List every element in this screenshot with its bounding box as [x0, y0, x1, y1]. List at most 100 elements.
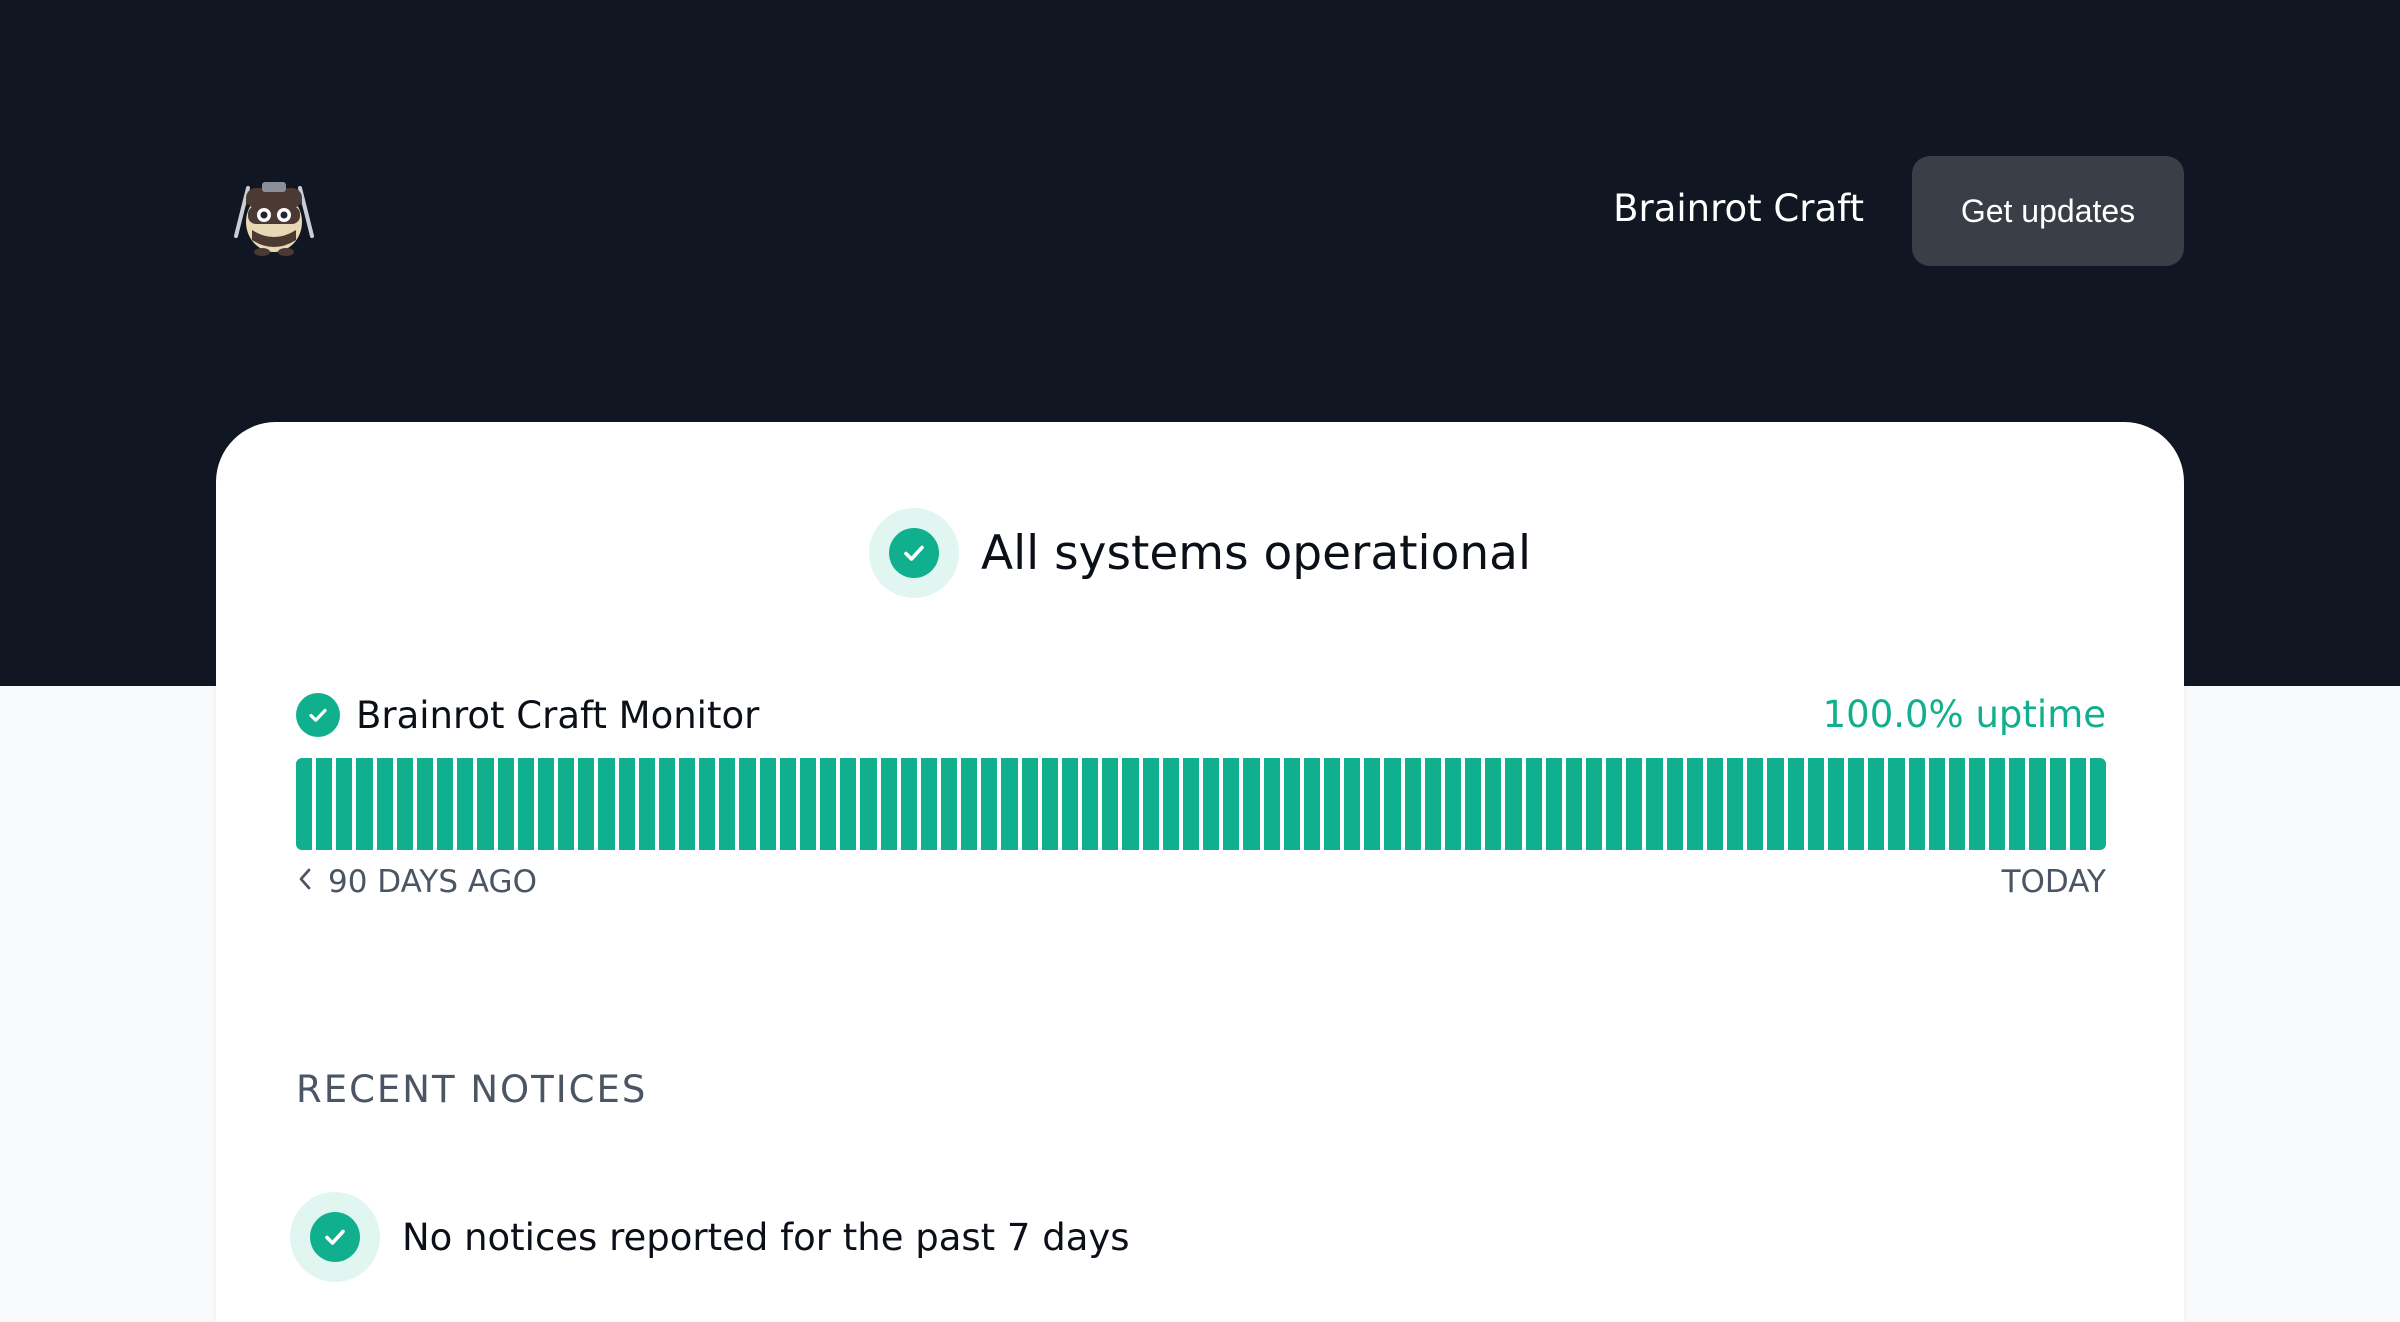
- uptime-day-bar[interactable]: [1686, 758, 1703, 850]
- uptime-day-bar[interactable]: [900, 758, 917, 850]
- uptime-day-bar[interactable]: [1505, 758, 1522, 850]
- uptime-day-bar[interactable]: [1848, 758, 1865, 850]
- brand-link[interactable]: Brainrot Craft: [1613, 186, 1864, 232]
- uptime-day-bar[interactable]: [1384, 758, 1401, 850]
- uptime-day-bar[interactable]: [981, 758, 998, 850]
- uptime-day-bar[interactable]: [316, 758, 333, 850]
- uptime-day-bar[interactable]: [1545, 758, 1562, 850]
- uptime-day-bar[interactable]: [517, 758, 534, 850]
- uptime-day-bar[interactable]: [356, 758, 373, 850]
- uptime-day-bar[interactable]: [759, 758, 776, 850]
- uptime-day-bar[interactable]: [2069, 758, 2086, 850]
- uptime-day-bar[interactable]: [2029, 758, 2046, 850]
- uptime-day-bar[interactable]: [1122, 758, 1139, 850]
- uptime-day-bar[interactable]: [598, 758, 615, 850]
- uptime-day-bar[interactable]: [578, 758, 595, 850]
- uptime-day-bar[interactable]: [2049, 758, 2066, 850]
- chevron-left-icon[interactable]: [296, 864, 314, 900]
- uptime-day-bar[interactable]: [1989, 758, 2006, 850]
- uptime-day-bar[interactable]: [1646, 758, 1663, 850]
- uptime-day-bar[interactable]: [880, 758, 897, 850]
- check-circle-icon: [290, 1192, 380, 1282]
- uptime-day-bar[interactable]: [1727, 758, 1744, 850]
- uptime-day-bar[interactable]: [961, 758, 978, 850]
- uptime-day-bar[interactable]: [558, 758, 575, 850]
- uptime-day-bar[interactable]: [376, 758, 393, 850]
- uptime-day-bar[interactable]: [678, 758, 696, 850]
- uptime-day-bar[interactable]: [1203, 758, 1220, 850]
- uptime-day-bar[interactable]: [1061, 758, 1079, 850]
- notice-text: No notices reported for the past 7 days: [402, 1215, 1130, 1259]
- uptime-day-bar[interactable]: [779, 758, 796, 850]
- uptime-day-bar[interactable]: [416, 758, 434, 850]
- uptime-day-bar[interactable]: [1968, 758, 1986, 850]
- uptime-day-bar[interactable]: [699, 758, 716, 850]
- uptime-day-bar[interactable]: [1586, 758, 1603, 850]
- uptime-day-bar[interactable]: [1525, 758, 1542, 850]
- uptime-day-bar[interactable]: [1465, 758, 1482, 850]
- uptime-day-bar[interactable]: [336, 758, 353, 850]
- uptime-day-bar[interactable]: [1243, 758, 1260, 850]
- uptime-day-bar[interactable]: [719, 758, 736, 850]
- uptime-day-bar[interactable]: [1142, 758, 1159, 850]
- uptime-day-bar[interactable]: [860, 758, 877, 850]
- uptime-day-bar[interactable]: [1767, 758, 1784, 850]
- uptime-day-bar[interactable]: [820, 758, 837, 850]
- uptime-bar-chart: [296, 758, 2107, 850]
- uptime-day-bar[interactable]: [1424, 758, 1441, 850]
- uptime-day-bar[interactable]: [1404, 758, 1421, 850]
- brand-logo[interactable]: [226, 166, 322, 258]
- uptime-day-bar[interactable]: [1706, 758, 1724, 850]
- uptime-day-bar[interactable]: [1021, 758, 1038, 850]
- uptime-day-bar[interactable]: [941, 758, 958, 850]
- uptime-day-bar[interactable]: [1001, 758, 1018, 850]
- uptime-day-bar[interactable]: [1747, 758, 1764, 850]
- uptime-range: 90 DAYS AGO TODAY: [296, 862, 2106, 902]
- range-start-label: 90 DAYS AGO: [328, 864, 537, 900]
- uptime-day-bar[interactable]: [1807, 758, 1824, 850]
- uptime-day-bar[interactable]: [1283, 758, 1300, 850]
- get-updates-button[interactable]: Get updates: [1912, 156, 2184, 266]
- uptime-day-bar[interactable]: [537, 758, 555, 850]
- uptime-day-bar[interactable]: [1827, 758, 1845, 850]
- uptime-day-bar[interactable]: [1182, 758, 1200, 850]
- uptime-day-bar[interactable]: [2009, 758, 2026, 850]
- uptime-day-bar[interactable]: [1666, 758, 1683, 850]
- uptime-day-bar[interactable]: [1102, 758, 1119, 850]
- uptime-day-bar[interactable]: [638, 758, 655, 850]
- uptime-day-bar[interactable]: [1082, 758, 1099, 850]
- uptime-day-bar[interactable]: [1263, 758, 1280, 850]
- uptime-day-bar[interactable]: [1444, 758, 1462, 850]
- uptime-day-bar[interactable]: [1948, 758, 1965, 850]
- uptime-day-bar[interactable]: [658, 758, 675, 850]
- uptime-day-bar[interactable]: [1787, 758, 1804, 850]
- uptime-day-bar[interactable]: [1223, 758, 1240, 850]
- uptime-day-bar[interactable]: [1364, 758, 1381, 850]
- uptime-day-bar[interactable]: [840, 758, 857, 850]
- uptime-day-bar[interactable]: [457, 758, 474, 850]
- uptime-day-bar[interactable]: [1626, 758, 1643, 850]
- uptime-day-bar[interactable]: [739, 758, 756, 850]
- uptime-day-bar[interactable]: [1928, 758, 1945, 850]
- uptime-day-bar[interactable]: [2089, 758, 2107, 850]
- uptime-day-bar[interactable]: [1162, 758, 1179, 850]
- uptime-day-bar[interactable]: [799, 758, 817, 850]
- uptime-day-bar[interactable]: [477, 758, 494, 850]
- uptime-day-bar[interactable]: [296, 758, 313, 850]
- uptime-day-bar[interactable]: [1323, 758, 1341, 850]
- uptime-day-bar[interactable]: [920, 758, 937, 850]
- uptime-day-bar[interactable]: [1303, 758, 1320, 850]
- uptime-day-bar[interactable]: [1606, 758, 1623, 850]
- uptime-day-bar[interactable]: [1908, 758, 1925, 850]
- uptime-day-bar[interactable]: [1485, 758, 1502, 850]
- uptime-day-bar[interactable]: [618, 758, 635, 850]
- uptime-day-bar[interactable]: [1344, 758, 1361, 850]
- uptime-day-bar[interactable]: [1868, 758, 1885, 850]
- range-end-label: TODAY: [2001, 864, 2106, 900]
- uptime-day-bar[interactable]: [396, 758, 413, 850]
- uptime-day-bar[interactable]: [497, 758, 514, 850]
- uptime-day-bar[interactable]: [1888, 758, 1905, 850]
- uptime-day-bar[interactable]: [1565, 758, 1582, 850]
- uptime-day-bar[interactable]: [437, 758, 454, 850]
- uptime-day-bar[interactable]: [1041, 758, 1058, 850]
